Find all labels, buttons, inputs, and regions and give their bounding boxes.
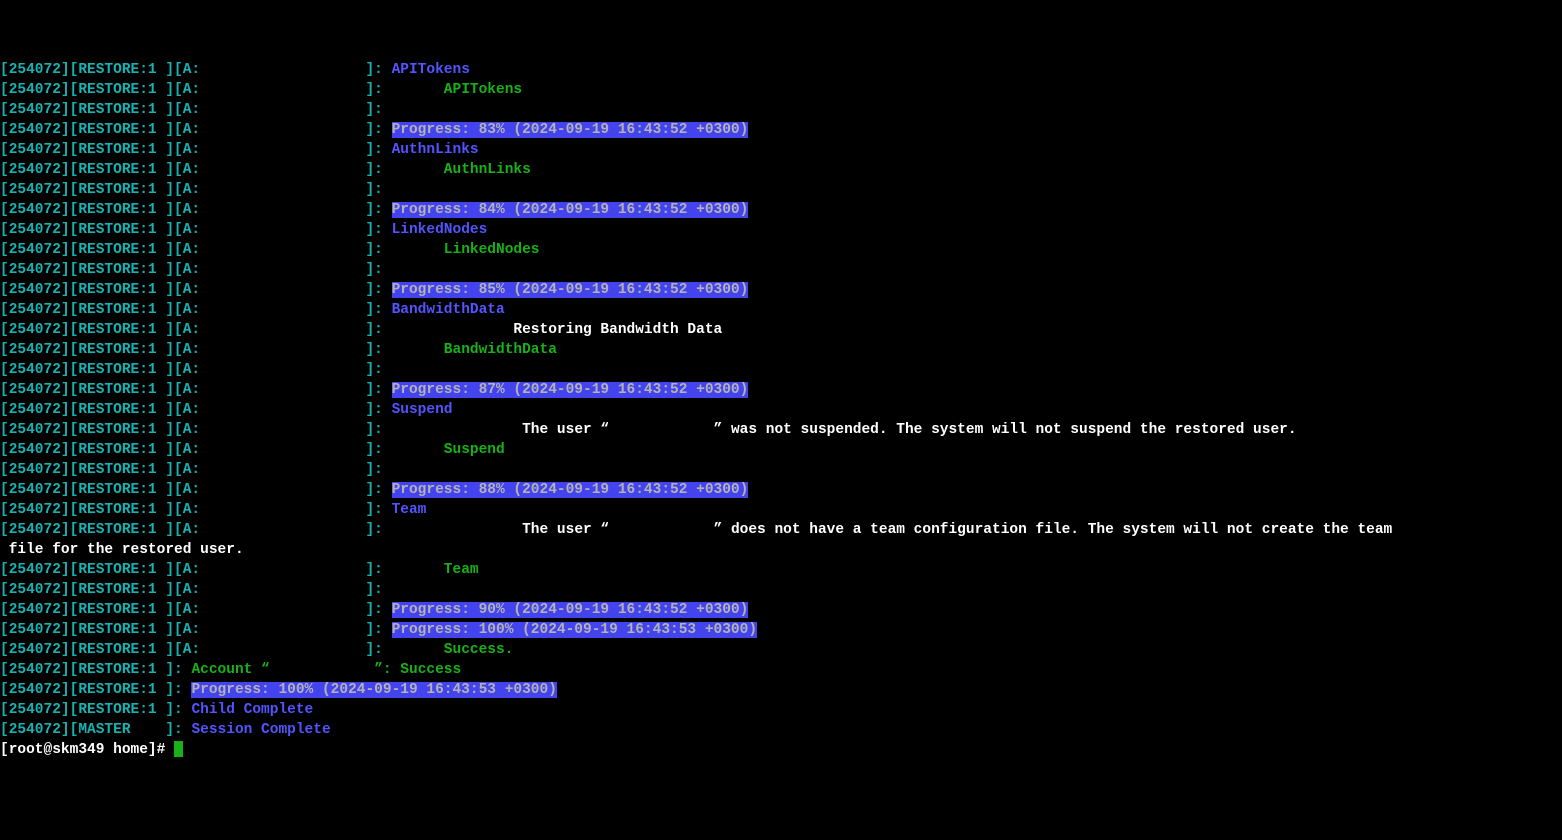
terminal-line: [254072][MASTER ]: Session Complete (0, 720, 1562, 740)
terminal-line: [root@skm349 home]# (0, 740, 1562, 760)
terminal-line: [254072][RESTORE:1 ][A: ]: AuthnLinks (0, 160, 1562, 180)
terminal-line: [254072][RESTORE:1 ][A: ]: Progress: 87%… (0, 380, 1562, 400)
terminal-line: [254072][RESTORE:1 ][A: ]: Progress: 85%… (0, 280, 1562, 300)
terminal-line: [254072][RESTORE:1 ][A: ]: BandwidthData (0, 340, 1562, 360)
progress-text: Progress: 84% (2024-09-19 16:43:52 +0300… (392, 202, 749, 218)
terminal-line: [254072][RESTORE:1 ][A: ]: Progress: 100… (0, 620, 1562, 640)
terminal-line: [254072][RESTORE:1 ][A: ]: AuthnLinks (0, 140, 1562, 160)
terminal-line: [254072][RESTORE:1 ][A: ]: Progress: 90%… (0, 600, 1562, 620)
terminal-line: [254072][RESTORE:1 ][A: ]: (0, 180, 1562, 200)
terminal-line: [254072][RESTORE:1 ][A: ]: Suspend (0, 400, 1562, 420)
terminal-line: [254072][RESTORE:1 ][A: ]: BandwidthData (0, 300, 1562, 320)
progress-text: Progress: 100% (2024-09-19 16:43:53 +030… (191, 682, 556, 698)
progress-text: Progress: 87% (2024-09-19 16:43:52 +0300… (392, 382, 749, 398)
cursor (174, 741, 183, 757)
shell-prompt[interactable]: [root@skm349 home]# (0, 742, 174, 758)
terminal-line: [254072][RESTORE:1 ][A: ]: (0, 360, 1562, 380)
progress-text: Progress: 85% (2024-09-19 16:43:52 +0300… (392, 282, 749, 298)
terminal-line: [254072][RESTORE:1 ][A: ]: Progress: 83%… (0, 120, 1562, 140)
terminal-line: [254072][RESTORE:1 ][A: ]: The user “ ” … (0, 520, 1562, 540)
terminal-line: file for the restored user. (0, 540, 1562, 560)
progress-text: Progress: 90% (2024-09-19 16:43:52 +0300… (392, 602, 749, 618)
terminal-line: [254072][RESTORE:1 ][A: ]: Restoring Ban… (0, 320, 1562, 340)
progress-text: Progress: 83% (2024-09-19 16:43:52 +0300… (392, 122, 749, 138)
progress-text: Progress: 100% (2024-09-19 16:43:53 +030… (392, 622, 757, 638)
terminal-line: [254072][RESTORE:1 ][A: ]: APITokens (0, 80, 1562, 100)
terminal-line: [254072][RESTORE:1 ][A: ]: The user “ ” … (0, 420, 1562, 440)
terminal-output: [254072][RESTORE:1 ][A: ]: APITokens[254… (0, 60, 1562, 760)
terminal-line: [254072][RESTORE:1 ][A: ]: (0, 460, 1562, 480)
terminal-line: [254072][RESTORE:1 ][A: ]: Progress: 88%… (0, 480, 1562, 500)
terminal-line: [254072][RESTORE:1 ][A: ]: LinkedNodes (0, 220, 1562, 240)
terminal-line: [254072][RESTORE:1 ][A: ]: Team (0, 500, 1562, 520)
terminal-line: [254072][RESTORE:1 ][A: ]: (0, 580, 1562, 600)
terminal-line: [254072][RESTORE:1 ][A: ]: Suspend (0, 440, 1562, 460)
terminal-line: [254072][RESTORE:1 ]: Progress: 100% (20… (0, 680, 1562, 700)
progress-text: Progress: 88% (2024-09-19 16:43:52 +0300… (392, 482, 749, 498)
terminal-line: [254072][RESTORE:1 ][A: ]: APITokens (0, 60, 1562, 80)
terminal-line: [254072][RESTORE:1 ][A: ]: (0, 100, 1562, 120)
terminal-line: [254072][RESTORE:1 ][A: ]: Success. (0, 640, 1562, 660)
terminal-line: [254072][RESTORE:1 ][A: ]: Progress: 84%… (0, 200, 1562, 220)
terminal-line: [254072][RESTORE:1 ][A: ]: Team (0, 560, 1562, 580)
terminal-line: [254072][RESTORE:1 ][A: ]: LinkedNodes (0, 240, 1562, 260)
terminal-line: [254072][RESTORE:1 ][A: ]: (0, 260, 1562, 280)
terminal-line: [254072][RESTORE:1 ]: Child Complete (0, 700, 1562, 720)
terminal-line: [254072][RESTORE:1 ]: Account “ ”: Succe… (0, 660, 1562, 680)
